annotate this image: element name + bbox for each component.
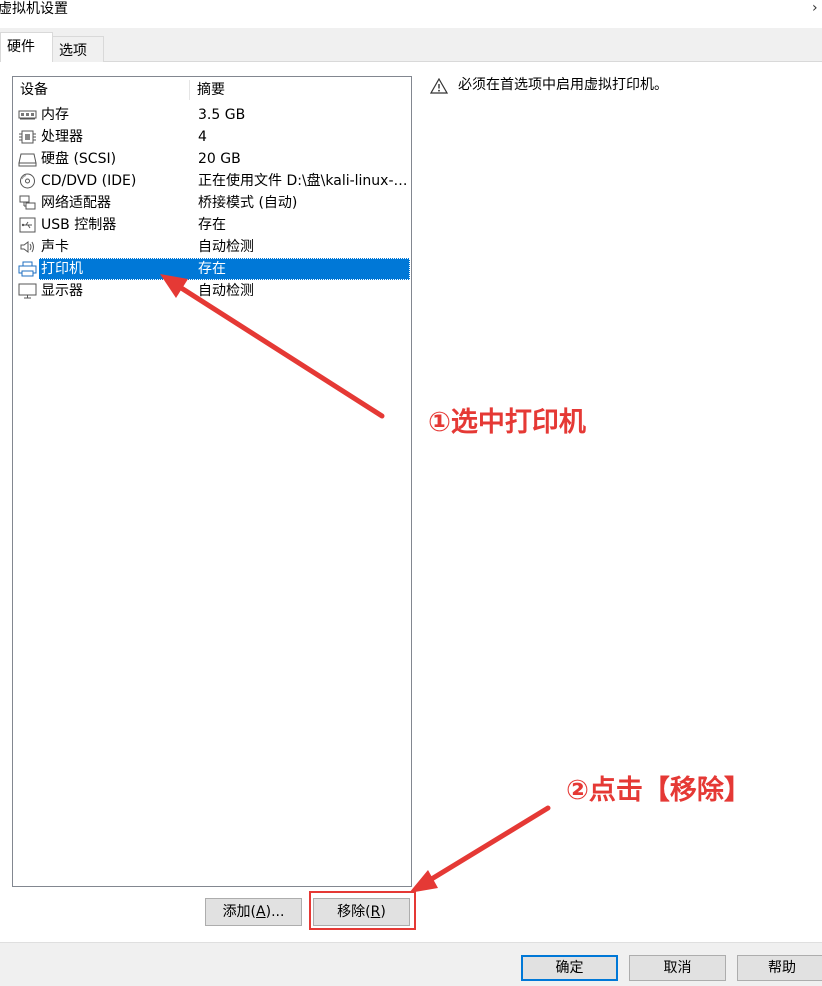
device-name: 硬盘 (SCSI) [41, 151, 117, 167]
monitor-icon [18, 283, 37, 299]
device-summary: 3.5 GB [198, 107, 246, 123]
device-summary: 20 GB [198, 151, 241, 167]
device-name: USB 控制器 [41, 217, 117, 233]
harddisk-icon [18, 151, 37, 167]
device-summary: 桥接模式 (自动) [198, 195, 298, 211]
add-button[interactable]: 添加(A)... [205, 898, 302, 926]
device-name: 显示器 [41, 283, 83, 299]
tab-strip: 硬件 选项 [0, 28, 822, 63]
device-summary: 自动检测 [198, 239, 254, 255]
device-name: 内存 [41, 107, 69, 123]
warning-text: 必须在首选项中启用虚拟打印机。 [458, 77, 668, 93]
device-row-processor[interactable]: 处理器 4 [14, 126, 410, 148]
title-bar: 虚拟机设置 › [0, 0, 822, 24]
memory-icon [18, 107, 37, 123]
dialog-footer: 确定 取消 帮助 [0, 942, 822, 986]
printer-icon [18, 261, 37, 277]
device-summary: 存在 [198, 217, 226, 233]
network-adapter-icon [18, 195, 37, 211]
device-summary: 正在使用文件 D:\盘\kali-linux-2022.3-installer-… [198, 173, 408, 189]
annotation-step2: ②点击【移除】 [566, 775, 751, 806]
device-summary: 自动检测 [198, 283, 254, 299]
annotation-step1: ①选中打印机 [428, 407, 586, 438]
processor-icon [18, 129, 37, 145]
device-name: 处理器 [41, 129, 83, 145]
warning-icon [429, 77, 449, 94]
device-row-memory[interactable]: 内存 3.5 GB [14, 104, 410, 126]
add-button-label: 添加( [222, 904, 257, 920]
device-row-printer[interactable]: 打印机 存在 [14, 258, 410, 280]
device-row-harddisk[interactable]: 硬盘 (SCSI) 20 GB [14, 148, 410, 170]
cancel-button[interactable]: 取消 [629, 955, 726, 981]
add-button-mnemonic: A [256, 904, 266, 920]
device-summary: 存在 [198, 261, 226, 277]
column-header-summary[interactable]: 摘要 [197, 81, 225, 99]
sound-icon [18, 239, 37, 255]
device-row-monitor[interactable]: 显示器 自动检测 [14, 280, 410, 302]
vm-settings-window: 虚拟机设置 › 硬件 选项 设备 摘要 内存 3.5 GB 处理器 4 硬盘 (… [0, 0, 822, 986]
remove-button-highlight-box [309, 891, 416, 930]
hardware-panel: 设备 摘要 内存 3.5 GB 处理器 4 硬盘 (SCSI) 20 GB CD… [0, 62, 822, 942]
device-list-header: 设备 摘要 [13, 77, 411, 104]
device-name: 打印机 [41, 261, 83, 277]
column-header-device[interactable]: 设备 [20, 81, 48, 99]
device-list[interactable]: 设备 摘要 内存 3.5 GB 处理器 4 硬盘 (SCSI) 20 GB CD… [12, 76, 412, 887]
ok-button[interactable]: 确定 [521, 955, 618, 981]
device-name: 声卡 [41, 239, 69, 255]
window-title: 虚拟机设置 [0, 1, 68, 17]
usb-icon [18, 217, 37, 233]
device-row-network-adapter[interactable]: 网络适配器 桥接模式 (自动) [14, 192, 410, 214]
device-summary: 4 [198, 129, 207, 145]
tab-hardware[interactable]: 硬件 [0, 32, 53, 63]
tab-options[interactable]: 选项 [52, 36, 104, 62]
device-name: 网络适配器 [41, 195, 111, 211]
device-row-cd-dvd[interactable]: CD/DVD (IDE) 正在使用文件 D:\盘\kali-linux-2022… [14, 170, 410, 192]
add-button-suffix: )... [265, 904, 285, 920]
column-divider[interactable] [189, 80, 190, 100]
help-button[interactable]: 帮助 [737, 955, 822, 981]
device-row-usb[interactable]: USB 控制器 存在 [14, 214, 410, 236]
close-icon[interactable]: › [812, 0, 822, 18]
device-name: CD/DVD (IDE) [41, 173, 137, 189]
device-row-sound[interactable]: 声卡 自动检测 [14, 236, 410, 258]
cd-dvd-icon [18, 173, 37, 189]
